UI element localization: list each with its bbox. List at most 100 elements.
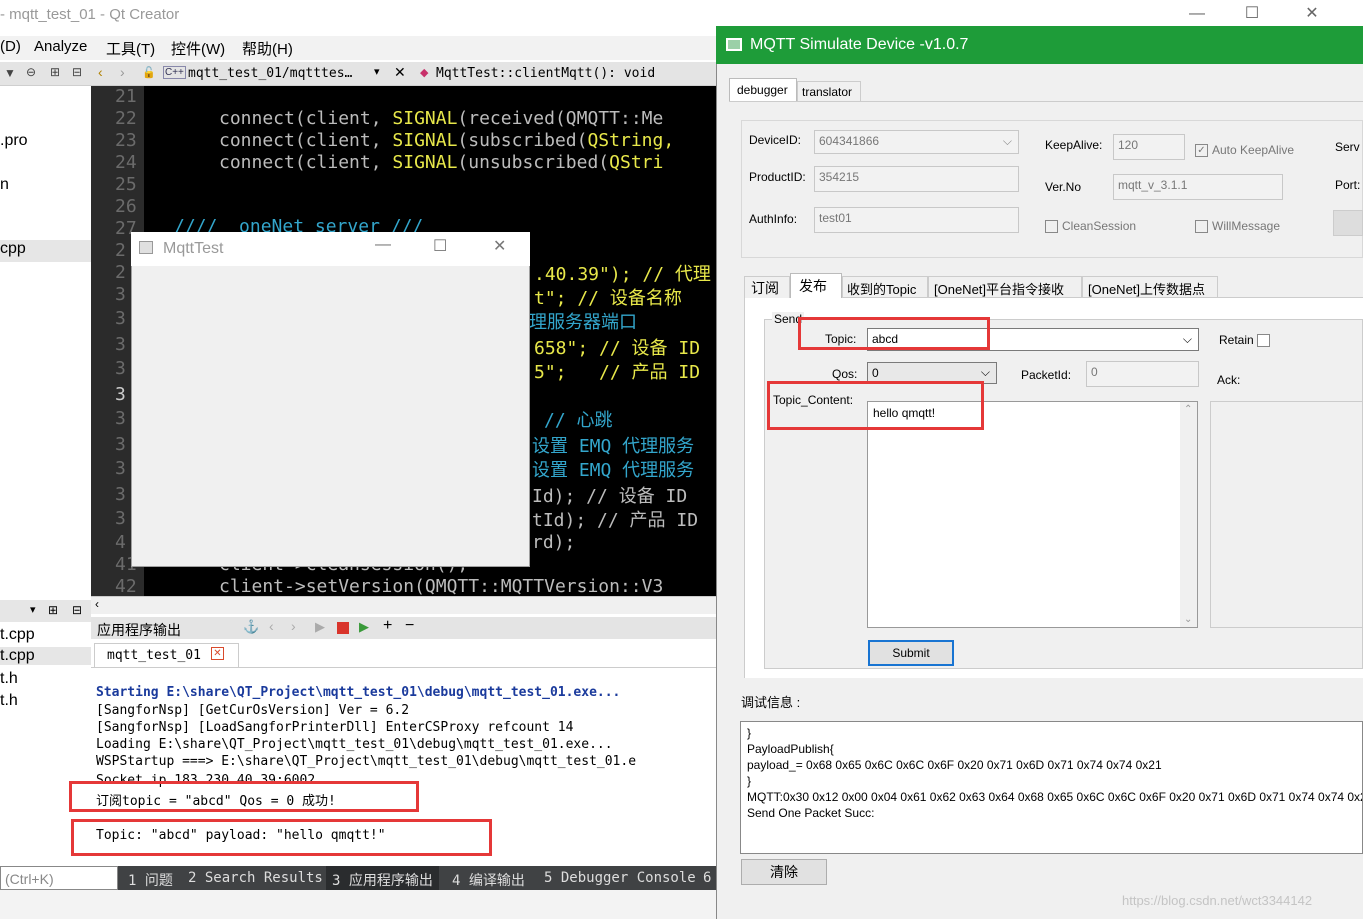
packetid-label: PacketId: [1021,368,1072,382]
output-tab[interactable]: mqtt_test_01 ✕ [94,643,239,667]
mqtt-title-bar: MQTT Simulate Device -v1.0.7 [716,26,1363,64]
chevron-down-icon[interactable]: ▾ [374,65,380,78]
menu-item-help[interactable]: 帮助(H) [242,38,293,59]
stop-icon[interactable] [337,622,349,634]
attach-icon[interactable]: ⚓ [243,619,259,635]
scroll-left-icon[interactable]: ‹ [95,597,99,611]
open-doc-item[interactable]: t.h [0,692,18,710]
open-doc-item[interactable]: t.cpp [0,626,35,644]
auto-keepalive-checkbox[interactable]: ✓ Auto KeepAlive [1195,143,1294,158]
output-line: WSPStartup ===> E:\share\QT_Project\mqtt… [96,754,637,769]
ack-display [1210,401,1363,628]
topic-content-textarea[interactable]: hello qmqtt! ⌃ ⌄ [867,401,1198,628]
app-icon [726,38,742,51]
output-line: [SangforNsp] [LoadSangforPrinterDll] Ent… [96,720,574,735]
verno-field[interactable]: mqtt_v_3.1.1 [1113,174,1283,200]
forward-icon[interactable]: › [120,64,125,80]
app-icon [139,241,153,254]
ack-label: Ack: [1217,373,1241,387]
vertical-scrollbar[interactable]: ⌃ ⌄ [1180,402,1197,627]
menu-item-controls[interactable]: 控件(W) [171,38,225,59]
auth-info-label: AuthInfo: [749,212,798,226]
port-label: Port: [1335,178,1361,192]
lock-icon: 🔓 [142,67,156,79]
menu-item-debug[interactable]: (D) [0,38,21,55]
keepalive-label: KeepAlive: [1045,138,1103,152]
horizontal-scrollbar[interactable]: ‹ [91,596,716,614]
editor-toolbar: ▼ ⊖ ⊞ ⊟ ‹ › 🔓 C++ mqtt_test_01/mqtttes… … [0,62,716,86]
next-icon[interactable]: › [291,618,296,634]
project-item-selected[interactable]: cpp [0,240,91,262]
split-icon[interactable]: ⊞ [48,603,58,617]
tab-translator[interactable]: translator [797,81,861,101]
maximize-icon[interactable]: ☐ [433,236,447,256]
function-icon: ◆ [420,67,429,79]
product-id-field[interactable]: 354215 [814,166,1019,192]
run-icon[interactable]: ▶ [315,619,325,635]
highlight-box [71,819,492,856]
close-panel-icon[interactable]: ⊟ [72,65,82,79]
clean-session-checkbox[interactable]: CleanSession [1045,219,1136,234]
close-file-icon[interactable]: ✕ [394,64,406,81]
menu-item-tools[interactable]: 工具(T) [106,38,155,59]
close-panel-icon[interactable]: ⊟ [72,603,82,617]
device-id-combo[interactable]: 604341866 ⌵ [814,130,1019,154]
zoom-in-icon[interactable]: + [383,617,392,635]
check-icon: ✓ [1195,144,1208,158]
tab-debugger[interactable]: debugger [729,78,797,101]
watermark: https://blog.csdn.net/wct3344142 [1122,893,1313,908]
highlight-box [69,781,419,812]
mqtttest-title: MqttTest [163,240,224,257]
status-tab-issues[interactable]: 1 问题 [128,870,173,890]
status-tab-6[interactable]: 6 [703,870,711,886]
status-tab-search[interactable]: 2 Search Results [188,870,323,886]
scroll-down-icon: ⌄ [1184,614,1193,625]
tab-onenet-upload[interactable]: [OneNet]上传数据点 [1082,276,1218,298]
function-selector[interactable]: MqttTest::clientMqtt(): void [436,66,655,81]
retain-checkbox[interactable]: Retain [1219,333,1274,348]
output-panel-title: 应用程序输出 [97,622,181,638]
tab-publish[interactable]: 发布 [790,273,842,299]
split-icon[interactable]: ⊞ [50,65,60,79]
chevron-down-icon[interactable]: ▾ [30,603,36,616]
open-docs-header: ▾ ⊞ ⊟ [0,600,91,622]
filter-icon[interactable]: ▼ [4,66,16,80]
verno-label: Ver.No [1045,180,1082,194]
project-item[interactable]: .pro [0,132,28,150]
chevron-down-icon: ⌵ [1002,134,1012,148]
back-icon[interactable]: ‹ [98,64,103,80]
highlight-box [767,381,984,430]
locator-input[interactable]: (Ctrl+K) [0,866,118,890]
tab-onenet-command[interactable]: [OneNet]平台指令接收 [928,276,1082,298]
project-item[interactable]: n [0,176,9,194]
status-tab-compile[interactable]: 4 编译输出 [452,870,525,890]
submit-button[interactable]: Submit [868,640,954,666]
close-tab-icon[interactable]: ✕ [211,647,224,660]
packetid-field[interactable]: 0 [1086,361,1199,387]
clear-button[interactable]: 清除 [741,859,827,885]
will-message-checkbox[interactable]: WillMessage [1195,219,1280,234]
file-tab[interactable]: mqtt_test_01/mqtttes… [188,66,352,81]
keepalive-field[interactable]: 120 [1113,134,1185,160]
link-icon[interactable]: ⊖ [26,65,36,79]
open-doc-item[interactable]: t.h [0,670,18,688]
menu-item-analyze[interactable]: Analyze [34,38,87,55]
qos-label: Qos: [832,367,858,381]
open-doc-item-selected[interactable]: t.cpp [0,647,91,665]
zoom-out-icon[interactable]: − [405,617,414,635]
debug-run-icon[interactable]: ▶ [359,619,369,635]
connect-button[interactable] [1333,210,1363,236]
minimize-icon[interactable]: — [375,236,391,254]
output-line: Loading E:\share\QT_Project\mqtt_test_01… [96,737,613,752]
cpp-file-icon: C++ [163,66,186,79]
close-icon[interactable]: ✕ [493,236,506,256]
mqtt-title: MQTT Simulate Device -v1.0.7 [750,36,969,53]
tab-subscribe[interactable]: 订阅 [744,276,790,298]
status-tab-debugger[interactable]: 5 Debugger Console [544,870,696,886]
tab-received-topic[interactable]: 收到的Topic [842,276,928,298]
output-line: [SangforNsp] [GetCurOsVersion] Ver = 6.2 [96,703,410,718]
auth-info-field[interactable]: test01 [814,207,1019,233]
prev-icon[interactable]: ‹ [269,618,274,634]
output-line: Starting E:\share\QT_Project\mqtt_test_0… [96,685,621,700]
debug-info-log[interactable]: } PayloadPublish{ payload_= 0x68 0x65 0x… [740,721,1363,854]
